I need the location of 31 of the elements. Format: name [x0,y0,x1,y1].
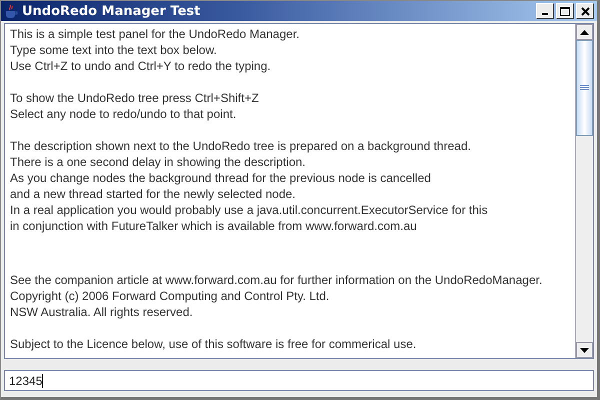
text-area[interactable] [4,23,594,359]
down-arrow-icon [580,348,589,352]
text-line: In a real application you would probably use a java.util.concurrent.ExecutorService for this [10,202,489,218]
scroll-up-button[interactable] [576,24,593,40]
text-line: The description shown next to the UndoRedo tree is prepared on a background thread. [10,138,472,154]
text-line: in conjunction with FutureTalker which is available from www.forward.com.au [10,218,418,234]
scrollbar[interactable] [575,24,593,358]
up-arrow-icon [580,30,589,34]
text-line: This is a simple test panel for the UndoRedo Manager. [10,26,300,42]
close-button[interactable] [576,3,594,19]
minimize-button[interactable] [536,3,554,19]
text-line: and a new thread started for the newly selected node. [10,186,297,202]
scroll-thumb[interactable] [576,40,593,136]
text-line: Select any node to redo/undo to that point. [10,106,238,122]
cup-icon [4,4,18,18]
text-line: Type some text into the text box below. [10,42,218,58]
text-field[interactable]: 12345 [4,370,594,391]
close-icon [580,6,590,16]
text-line: As you change nodes the background thread for the previous node is cancelled [10,170,432,186]
text-line: There is a one second delay in showing the description. [10,154,307,170]
maximize-button[interactable] [556,3,574,19]
grip-icon [580,85,589,91]
scroll-down-button[interactable] [576,342,593,358]
window-title: UndoRedo Manager Test [22,4,200,18]
text-line: Subject to the Licence below, use of this software is free for commerical use. [10,336,418,352]
text-line: Copyright (c) 2006 Forward Computing and Control Pty. Ltd. [10,288,330,304]
text-line: NSW Australia. All rights reserved. [10,304,194,320]
text-line: See the companion article at www.forward.com.au for further information on the UndoRedoManager. [10,272,544,288]
text-line: Use Ctrl+Z to undo and Ctrl+Y to redo the typing. [10,58,272,74]
text-line: To show the UndoRedo tree press Ctrl+Shift+Z [10,90,260,106]
maximize-icon [560,6,570,16]
